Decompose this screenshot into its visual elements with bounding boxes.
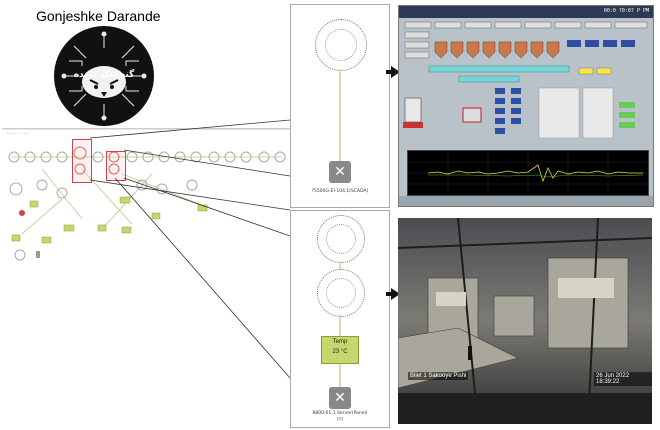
network-map: ··· ····· ··· ···· xyxy=(2,128,290,269)
zoom-panel-server: Temp 23 °C ✕ 8800-01.1 Server(Panel) ??? xyxy=(290,210,390,428)
factory-floor-image xyxy=(398,218,652,424)
zoom-panel-scada: ✕ ?5500G-EI-104.1(SCADA) xyxy=(290,4,390,208)
temp-label: Temp xyxy=(332,339,348,345)
node-caption: ?5500G-EI-104.1(SCADA) xyxy=(311,189,369,194)
scada-header: 00:0 ?0:0? P PM xyxy=(399,6,653,18)
scada-process-view xyxy=(403,21,648,139)
server-caption-sub: ??? xyxy=(336,418,344,423)
group-logo: گنجشک درنده xyxy=(54,26,154,126)
scada-screenshot: 00:0 ?0:0? P PM xyxy=(398,5,654,207)
server-caption: 8800-01.1 Server(Panel) xyxy=(312,411,368,416)
switch-icon: ✕ xyxy=(329,161,351,183)
camera-location-label: Bilet 1 Sakooye Pishi xyxy=(408,372,469,380)
temperature-sensor: Temp 23 °C xyxy=(321,336,359,364)
page-title: Gonjeshke Darande xyxy=(36,8,161,24)
logo-text: گنجشک درنده xyxy=(73,70,135,80)
scada-toolbar xyxy=(399,196,653,206)
trend-lines xyxy=(408,151,648,195)
network-topology-diagram xyxy=(2,128,290,261)
highlight-box-left xyxy=(72,139,92,183)
temp-value: 23 °C xyxy=(332,349,348,355)
camera-feed: Bilet 1 Sakooye Pishi 26 Jun 2022 18:39:… xyxy=(398,218,652,424)
network-map-header: ··· ····· ··· ···· xyxy=(6,131,30,136)
trend-plot xyxy=(407,150,649,196)
camera-timestamp: 26 Jun 2022 18:39:22 xyxy=(594,372,652,386)
highlight-box-right xyxy=(106,151,126,181)
switch-icon-2: ✕ xyxy=(329,387,351,409)
scada-clock: 00:0 ?0:0? P PM xyxy=(603,8,649,14)
